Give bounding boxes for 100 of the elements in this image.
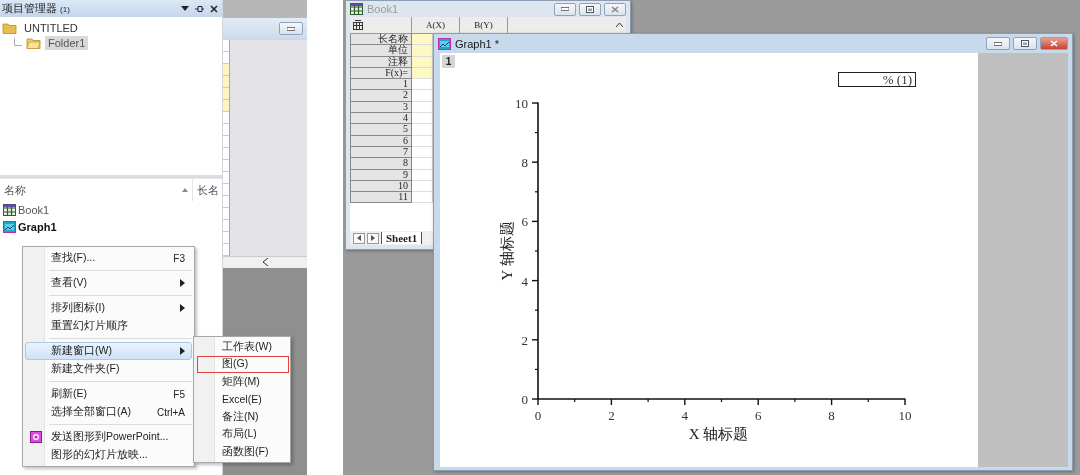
- folder-icon: [26, 37, 41, 49]
- y-tick-label: 10: [515, 96, 528, 111]
- table-cell[interactable]: [412, 90, 433, 102]
- sheet-tab[interactable]: Sheet1: [381, 232, 423, 244]
- row-header[interactable]: 4: [350, 113, 412, 125]
- row-header[interactable]: 6: [350, 135, 412, 147]
- menu-item[interactable]: 排列图标(I): [25, 299, 192, 317]
- scroll-up-icon[interactable]: [616, 23, 623, 27]
- worksheet-icon: [353, 20, 363, 30]
- row-header[interactable]: 8: [350, 158, 412, 170]
- row-header[interactable]: 注释: [350, 56, 412, 68]
- menu-item[interactable]: Excel(E): [197, 390, 289, 408]
- x-tick-label: 10: [898, 408, 912, 423]
- previous-sheet-button[interactable]: [353, 232, 365, 244]
- table-cell[interactable]: [412, 56, 433, 68]
- menu-item[interactable]: 备注(N): [197, 408, 289, 426]
- window-title: Book1: [367, 3, 400, 15]
- workbook-icon: [3, 203, 16, 216]
- x-tick-label: 2: [608, 408, 615, 423]
- left-arrow-icon: [357, 235, 361, 241]
- minimize-button[interactable]: [279, 22, 303, 36]
- sort-up-icon: [182, 188, 188, 192]
- row-header[interactable]: 2: [350, 90, 412, 102]
- legend[interactable]: % (1): [838, 72, 916, 87]
- table-cell[interactable]: [412, 192, 433, 204]
- minimize-icon: [994, 41, 1002, 46]
- y-axis-title[interactable]: Y 轴标题: [499, 221, 515, 281]
- row-header[interactable]: 11: [350, 192, 412, 204]
- menu-item[interactable]: 布局(L): [197, 425, 289, 443]
- menu-item[interactable]: 矩阵(M): [197, 373, 289, 391]
- minimize-icon: [287, 26, 295, 31]
- table-cell[interactable]: [412, 34, 433, 46]
- layer-tab[interactable]: 1: [442, 55, 455, 68]
- folder-icon: [2, 22, 17, 34]
- dropdown-icon[interactable]: [181, 6, 189, 11]
- menu-item[interactable]: 图形的幻灯片放映...: [25, 446, 192, 464]
- close-icon: [1050, 40, 1058, 47]
- menu-item[interactable]: 刷新(E) F5: [25, 385, 192, 403]
- minimize-icon: [561, 7, 569, 11]
- right-arrow-icon: [371, 235, 375, 241]
- tree-item[interactable]: Folder1: [45, 36, 89, 50]
- tree-item[interactable]: UNTITLED: [21, 21, 81, 35]
- column-header[interactable]: 长名: [193, 179, 221, 201]
- row-header[interactable]: 1: [350, 79, 412, 91]
- x-tick-label: 0: [534, 408, 542, 423]
- table-cell[interactable]: [412, 135, 433, 147]
- menu-item[interactable]: 新建文件夹(F): [25, 360, 192, 378]
- workbook-icon: [350, 3, 363, 15]
- menu-item[interactable]: 新建窗口(W): [25, 342, 192, 360]
- slides-icon: [30, 431, 42, 443]
- x-axis-title[interactable]: X 轴标题: [688, 426, 749, 442]
- table-cell[interactable]: [412, 113, 433, 125]
- table-cell[interactable]: [412, 79, 433, 91]
- menu-item[interactable]: 发送图形到PowerPoint...: [25, 428, 192, 446]
- column-header[interactable]: 名称: [0, 179, 193, 201]
- menu-item[interactable]: 查找(F)... F3: [25, 249, 192, 267]
- minimize-button[interactable]: [554, 2, 576, 16]
- close-icon: [611, 5, 619, 13]
- y-tick-label: 4: [521, 273, 528, 289]
- graph-icon: [3, 220, 16, 233]
- y-tick-label: 8: [521, 155, 528, 171]
- graph-icon: [438, 37, 451, 50]
- scroll-left-icon[interactable]: [263, 258, 268, 267]
- close-icon[interactable]: [210, 4, 218, 13]
- x-tick-label: 8: [828, 408, 835, 423]
- pin-icon[interactable]: [195, 4, 204, 13]
- minimize-button[interactable]: [986, 37, 1010, 50]
- close-button[interactable]: [604, 2, 626, 16]
- maximize-icon: [1021, 40, 1029, 47]
- list-item[interactable]: Book1: [18, 203, 50, 216]
- menu-item[interactable]: 函数图(F): [197, 443, 289, 461]
- maximize-icon: [586, 5, 594, 13]
- panel-title: 项目管理器 (1): [2, 1, 71, 16]
- submenu-arrow-icon: [180, 279, 185, 287]
- y-tick-label: 2: [521, 332, 528, 348]
- table-cell[interactable]: [412, 124, 433, 136]
- submenu-arrow-icon: [180, 347, 185, 355]
- menu-item[interactable]: 选择全部窗口(A) Ctrl+A: [25, 403, 192, 421]
- row-header[interactable]: 5: [350, 124, 412, 136]
- x-tick-label: 4: [681, 408, 689, 423]
- close-button[interactable]: [1040, 37, 1068, 50]
- menu-item[interactable]: 重置幻灯片顺序: [25, 317, 192, 335]
- tree-line: [14, 38, 22, 48]
- menu-item[interactable]: 工作表(W): [197, 338, 289, 356]
- table-cell[interactable]: [412, 45, 433, 57]
- corner-cell[interactable]: [350, 17, 412, 33]
- y-tick-label: 6: [521, 214, 528, 230]
- menu-item[interactable]: 查看(V): [25, 274, 192, 292]
- table-cell[interactable]: [412, 169, 433, 181]
- table-cell[interactable]: [412, 158, 433, 170]
- maximize-button[interactable]: [1013, 37, 1037, 50]
- menu-item[interactable]: 图(G): [197, 355, 289, 373]
- row-header[interactable]: 单位: [350, 45, 412, 57]
- list-item[interactable]: Graph1: [18, 220, 57, 233]
- y-tick-label: 0: [521, 392, 528, 407]
- next-sheet-button[interactable]: [367, 232, 379, 244]
- window-title: Graph1 *: [455, 37, 501, 50]
- maximize-button[interactable]: [579, 2, 601, 16]
- row-header[interactable]: 9: [350, 169, 412, 181]
- submenu-arrow-icon: [180, 304, 185, 312]
